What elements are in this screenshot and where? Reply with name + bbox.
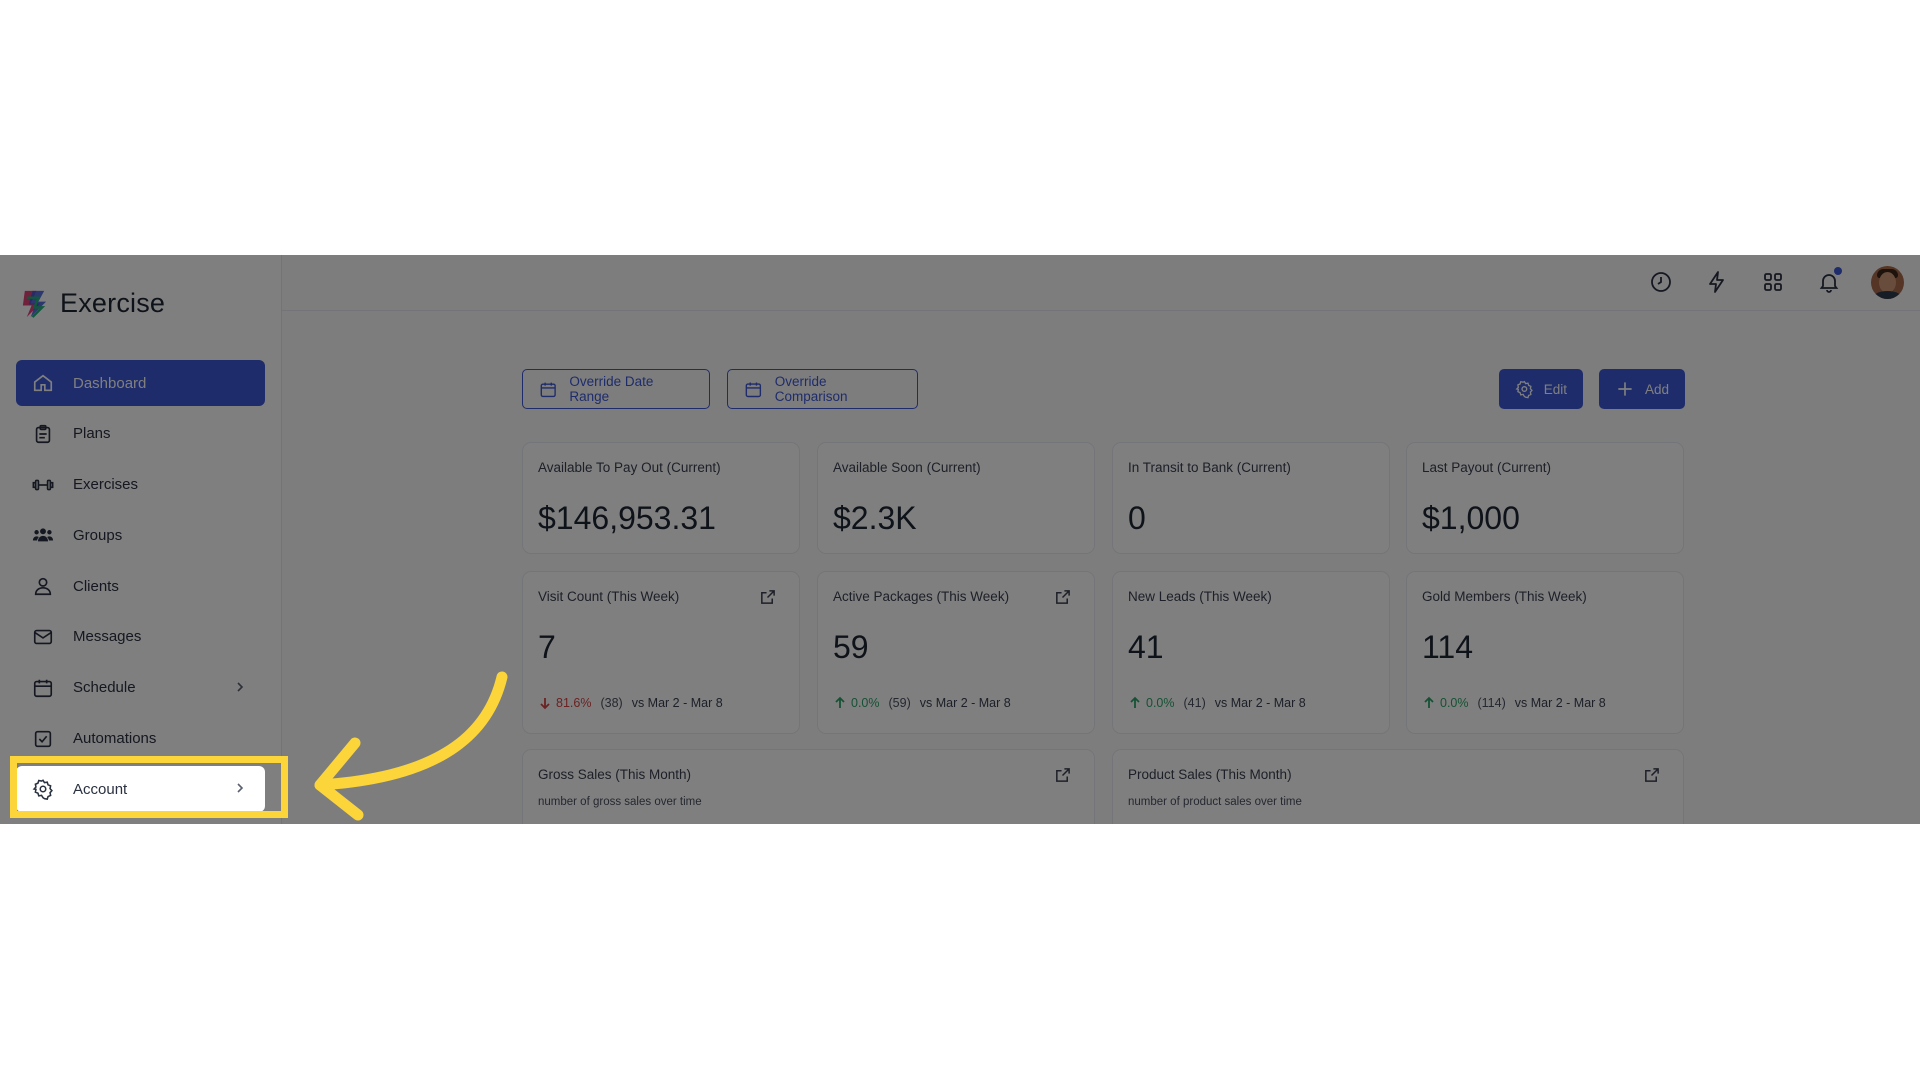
app-window: Exercise Dashboard Plans Exercises (0, 255, 1920, 824)
highlight-box (10, 756, 288, 818)
dim-overlay (0, 255, 1920, 824)
pointer-arrow-icon (314, 671, 508, 821)
